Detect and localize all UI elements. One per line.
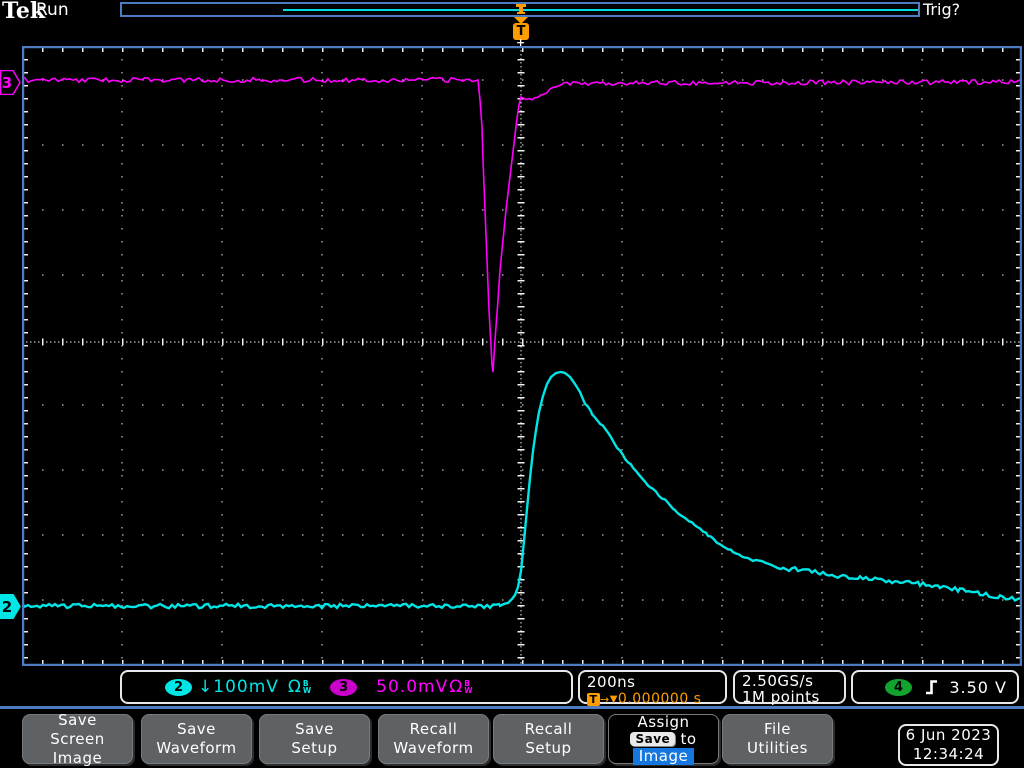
save-pill-icon: Save [630, 732, 676, 746]
recall-waveform-button[interactable]: Recall Waveform [378, 714, 489, 764]
recall-setup-button[interactable]: Recall Setup [493, 714, 604, 764]
time-per-div: 200ns [587, 673, 636, 691]
date: 6 Jun 2023 [905, 726, 992, 744]
ch2-badge[interactable]: 2 [165, 678, 192, 696]
ch3-ground-marker[interactable]: 3 [0, 70, 21, 95]
acquisition-status: Run [36, 0, 69, 20]
waveform-ch2 [22, 370, 1022, 610]
save-setup-button[interactable]: Save Setup [259, 714, 370, 764]
horizontal-readout-box[interactable]: 200ns T → ▼ 0.000000 s [578, 670, 727, 707]
record-view-bar[interactable] [120, 2, 920, 17]
ch3-badge[interactable]: 3 [330, 678, 358, 696]
sample-rate: 2.50GS/s [742, 672, 814, 690]
trigger-slope-icon [926, 679, 937, 694]
oscilloscope-screen: Tek Run Trig? T + 3 2 2 ↓100mV Ω B W 3 5… [0, 0, 1024, 768]
waveform-ch3 [22, 76, 1022, 373]
trigger-t-icon: T [587, 692, 600, 706]
svg-text:3: 3 [2, 74, 12, 92]
trigger-position-readout: T → ▼ 0.000000 s [587, 691, 725, 707]
graticule [22, 46, 1022, 666]
datetime-box: 6 Jun 2023 12:34:24 [898, 724, 999, 766]
ch2-coupling: Ω [287, 677, 302, 697]
trigger-source-badge: 4 [885, 678, 912, 696]
trigger-readout-box[interactable]: 4 3.50 V [851, 670, 1019, 704]
separator-line [0, 706, 1024, 709]
ch2-scale: ↓100mV [198, 677, 279, 697]
ch2-bandwidth-icon: BW [302, 679, 312, 695]
record-view-waveform [283, 9, 918, 11]
record-trigger-marker-base[interactable] [517, 12, 525, 14]
trigger-status-label: Trig? [923, 0, 961, 19]
ch3-bandwidth-icon: BW [464, 679, 473, 695]
time: 12:34:24 [912, 745, 985, 763]
ch3-coupling: Ω [449, 677, 464, 697]
ch2-ground-marker[interactable]: 2 [0, 594, 21, 619]
ch3-scale: 50.0mV [376, 677, 449, 697]
record-length: 1M points [742, 688, 820, 706]
save-waveform-button[interactable]: Save Waveform [141, 714, 252, 764]
assign-save-button[interactable]: Assign Save to Image [608, 713, 719, 765]
channel-readout-box[interactable]: 2 ↓100mV Ω BW 3 50.0mV Ω BW [120, 670, 573, 704]
svg-text:2: 2 [2, 598, 12, 616]
acquisition-readout-box[interactable]: 2.50GS/s 1M points [733, 670, 846, 706]
trigger-level: 3.50 V [949, 677, 1007, 697]
assign-target-highlight: Image [632, 747, 695, 765]
file-utilities-button[interactable]: File Utilities [722, 714, 833, 764]
save-screen-image-button[interactable]: Save Screen Image [22, 711, 133, 767]
